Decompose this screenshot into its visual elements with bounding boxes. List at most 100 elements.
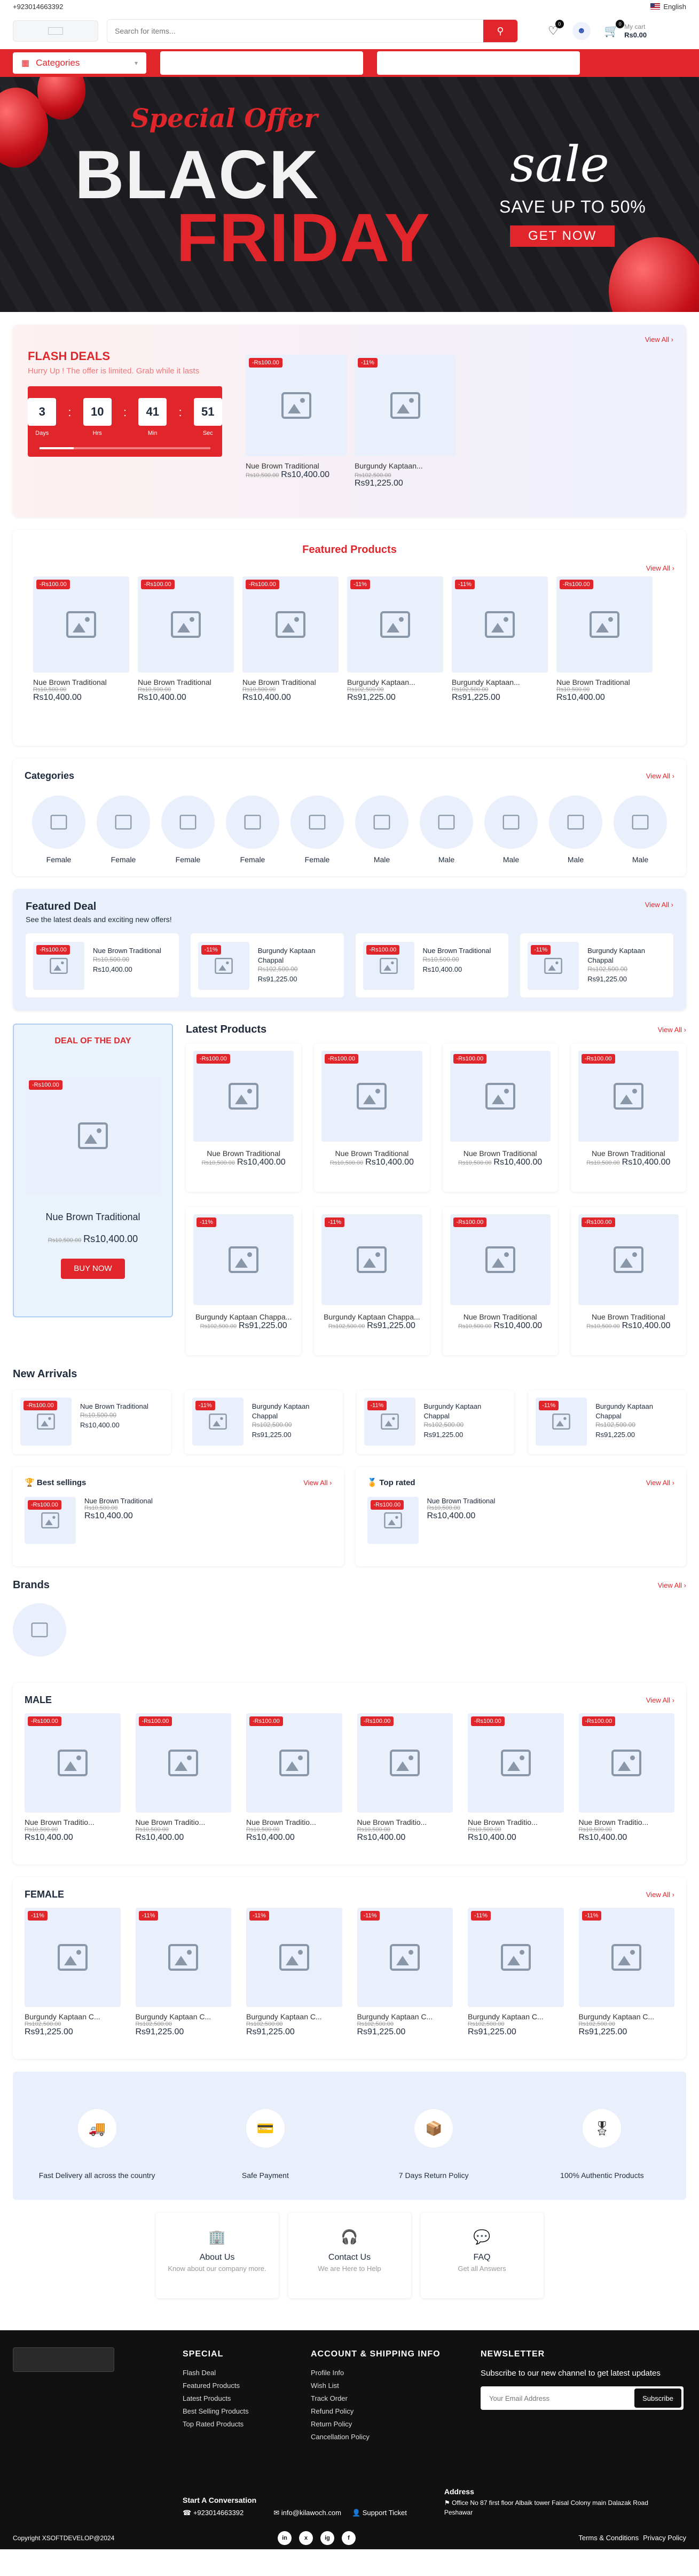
- facebook-icon[interactable]: f: [342, 2531, 356, 2545]
- privacy-link[interactable]: Privacy Policy: [643, 2534, 686, 2542]
- deal-of-the-day[interactable]: DEAL OF THE DAY -Rs100.00 Nue Brown Trad…: [13, 1024, 173, 1317]
- product-card[interactable]: -Rs100.00 Nue Brown Traditional Rs10,500…: [33, 576, 129, 702]
- product-card[interactable]: -Rs100.00 Nue Brown Traditional Rs10,500…: [571, 1043, 686, 1192]
- contact-us-card[interactable]: 🎧 Contact Us We are Here to Help: [288, 2213, 411, 2298]
- search-button[interactable]: ⚲: [483, 20, 517, 42]
- footer-link[interactable]: Best Selling Products: [183, 2407, 311, 2415]
- footer-link[interactable]: Featured Products: [183, 2382, 311, 2390]
- product-card[interactable]: -Rs100.00 Nue Brown Traditional Rs10,500…: [138, 576, 234, 702]
- product-card[interactable]: -Rs100.00 Nue Brown Traditio... Rs10,500…: [357, 1713, 453, 1843]
- wishlist-icon[interactable]: ♡ 0: [548, 20, 564, 38]
- product-card[interactable]: -Rs100.00 Nue Brown Traditional Rs10,500…: [246, 355, 347, 488]
- categories-dropdown[interactable]: ▦ Categories ▾: [13, 52, 146, 74]
- list-item[interactable]: -Rs100.00 Nue Brown Traditional Rs10,500.…: [367, 1497, 675, 1544]
- category-item[interactable]: Male: [549, 795, 602, 864]
- deal-card[interactable]: -Rs100.00 Nue Brown Traditional Rs10,500.…: [13, 1390, 171, 1454]
- product-card[interactable]: -Rs100.00 Nue Brown Traditio... Rs10,500…: [468, 1713, 564, 1843]
- best-sellings-view-all[interactable]: View All ›: [303, 1479, 332, 1487]
- deal-card[interactable]: -11% Burgundy Kaptaan Chappal Rs102,500.0…: [356, 1390, 515, 1454]
- deal-card[interactable]: -11% Burgundy Kaptaan Chappal Rs102,500.0…: [520, 933, 673, 997]
- top-rated-view-all[interactable]: View All ›: [646, 1479, 674, 1487]
- footer-phone[interactable]: +923014663392: [193, 2509, 244, 2517]
- newsletter-email-input[interactable]: [483, 2388, 634, 2408]
- hero-banner[interactable]: Special Offer BLACK FRIDAY sale SAVE UP …: [0, 77, 699, 312]
- product-card[interactable]: -11% Burgundy Kaptaan C... Rs102,500.00 …: [135, 1908, 231, 2037]
- category-item[interactable]: Female: [290, 795, 344, 864]
- category-item[interactable]: Female: [226, 795, 279, 864]
- product-card[interactable]: -11% Burgundy Kaptaan C... Rs102,500.00 …: [578, 1908, 674, 2037]
- footer-logo[interactable]: [13, 2347, 114, 2372]
- category-item[interactable]: Female: [97, 795, 150, 864]
- instagram-icon[interactable]: ig: [320, 2531, 334, 2545]
- phone-number[interactable]: +923014663392: [13, 3, 63, 11]
- footer-link[interactable]: Profile Info: [311, 2369, 481, 2377]
- category-item[interactable]: Male: [614, 795, 667, 864]
- product-card[interactable]: -Rs100.00 Nue Brown Traditional Rs10,500…: [443, 1207, 558, 1355]
- product-card[interactable]: -11% Burgundy Kaptaan... Rs102,500.00 Rs…: [347, 576, 443, 702]
- category-item[interactable]: Male: [355, 795, 409, 864]
- deal-card[interactable]: -Rs100.00 Nue Brown Traditional Rs10,500.…: [355, 933, 509, 997]
- product-card[interactable]: -11% Burgundy Kaptaan Chappa... Rs102,50…: [314, 1207, 429, 1355]
- latest-view-all[interactable]: View All ›: [658, 1026, 686, 1034]
- product-card[interactable]: -Rs100.00 Nue Brown Traditional Rs10,500…: [242, 576, 339, 702]
- nav-home[interactable]: Home: [160, 51, 363, 75]
- product-card[interactable]: -Rs100.00 Nue Brown Traditional Rs10,500…: [186, 1043, 301, 1192]
- product-card[interactable]: -11% Burgundy Kaptaan... Rs102,500.00 Rs…: [355, 355, 456, 488]
- footer-email[interactable]: info@kilawoch.com: [281, 2509, 341, 2517]
- product-card[interactable]: -Rs100.00 Nue Brown Traditio... Rs10,500…: [135, 1713, 231, 1843]
- product-card[interactable]: -Rs100.00 Nue Brown Traditional Rs10,500…: [571, 1207, 686, 1355]
- buy-now-button[interactable]: BUY NOW: [61, 1259, 125, 1279]
- category-item[interactable]: Female: [161, 795, 215, 864]
- terms-link[interactable]: Terms & Conditions: [578, 2534, 639, 2542]
- deal-card[interactable]: -11% Burgundy Kaptaan Chappal Rs102,500.0…: [184, 1390, 343, 1454]
- language-selector[interactable]: English: [650, 3, 686, 11]
- product-card[interactable]: -11% Burgundy Kaptaan C... Rs102,500.00 …: [246, 1908, 342, 2037]
- twitter-icon[interactable]: x: [299, 2531, 313, 2545]
- flash-view-all[interactable]: View All ›: [645, 335, 673, 344]
- product-card[interactable]: -Rs100.00 Nue Brown Traditional Rs10,500…: [443, 1043, 558, 1192]
- deal-card[interactable]: -11% Burgundy Kaptaan Chappal Rs102,500.0…: [190, 933, 344, 997]
- category-item[interactable]: Male: [420, 795, 473, 864]
- product-card[interactable]: -11% Burgundy Kaptaan C... Rs102,500.00 …: [357, 1908, 453, 2037]
- product-card[interactable]: -11% Burgundy Kaptaan C... Rs102,500.00 …: [468, 1908, 564, 2037]
- footer-link[interactable]: Return Policy: [311, 2420, 481, 2428]
- featured-deal-view-all[interactable]: View All ›: [645, 901, 673, 913]
- footer-link[interactable]: Refund Policy: [311, 2407, 481, 2415]
- linkedin-icon[interactable]: in: [278, 2531, 292, 2545]
- categories-view-all[interactable]: View All ›: [646, 772, 674, 780]
- product-card[interactable]: -Rs100.00 Nue Brown Traditio... Rs10,500…: [246, 1713, 342, 1843]
- deal-card[interactable]: -11% Burgundy Kaptaan Chappal Rs102,500.0…: [528, 1390, 686, 1454]
- brands-view-all[interactable]: View All ›: [658, 1581, 686, 1589]
- footer-link[interactable]: Track Order: [311, 2394, 481, 2402]
- footer-link[interactable]: Cancellation Policy: [311, 2433, 481, 2441]
- product-card[interactable]: -11% Burgundy Kaptaan... Rs102,500.00 Rs…: [452, 576, 548, 702]
- hero-get-now-button[interactable]: GET NOW: [510, 225, 615, 247]
- footer-link[interactable]: Latest Products: [183, 2394, 311, 2402]
- footer-link[interactable]: Wish List: [311, 2382, 481, 2390]
- site-logo[interactable]: [13, 20, 98, 42]
- footer-link[interactable]: Top Rated Products: [183, 2420, 311, 2428]
- female-view-all[interactable]: View All ›: [646, 1891, 674, 1899]
- footer-link[interactable]: Flash Deal: [183, 2369, 311, 2377]
- search-input[interactable]: [107, 20, 483, 42]
- subscribe-button[interactable]: Subscribe: [634, 2388, 681, 2408]
- cart-widget[interactable]: 🛒 0 My cart Rs0.00: [604, 20, 647, 39]
- brand-logo[interactable]: [13, 1603, 66, 1657]
- faq-card[interactable]: 💬 FAQ Get all Answers: [420, 2213, 544, 2298]
- user-icon[interactable]: ☻: [572, 22, 591, 40]
- nav-discounted-products[interactable]: Discounted Products: [377, 51, 580, 75]
- list-item[interactable]: -Rs100.00 Nue Brown Traditional Rs10,500.…: [25, 1497, 332, 1544]
- support-ticket-link[interactable]: Support Ticket: [363, 2509, 407, 2517]
- product-card[interactable]: -11% Burgundy Kaptaan Chappa... Rs102,50…: [186, 1207, 301, 1355]
- male-view-all[interactable]: View All ›: [646, 1696, 674, 1704]
- product-card[interactable]: -Rs100.00 Nue Brown Traditional Rs10,500…: [556, 576, 653, 702]
- product-card[interactable]: -Rs100.00 Nue Brown Traditional Rs10,500…: [314, 1043, 429, 1192]
- deal-card[interactable]: -Rs100.00 Nue Brown Traditional Rs10,500.…: [26, 933, 179, 997]
- about-us-card[interactable]: 🏢 About Us Know about our company more.: [155, 2213, 279, 2298]
- product-card[interactable]: -Rs100.00 Nue Brown Traditio... Rs10,500…: [578, 1713, 674, 1843]
- featured-view-all[interactable]: View All ›: [646, 564, 674, 572]
- category-item[interactable]: Female: [32, 795, 85, 864]
- product-card[interactable]: -11% Burgundy Kaptaan C... Rs102,500.00 …: [25, 1908, 121, 2037]
- product-card[interactable]: -Rs100.00 Nue Brown Traditio... Rs10,500…: [25, 1713, 121, 1843]
- category-item[interactable]: Male: [484, 795, 538, 864]
